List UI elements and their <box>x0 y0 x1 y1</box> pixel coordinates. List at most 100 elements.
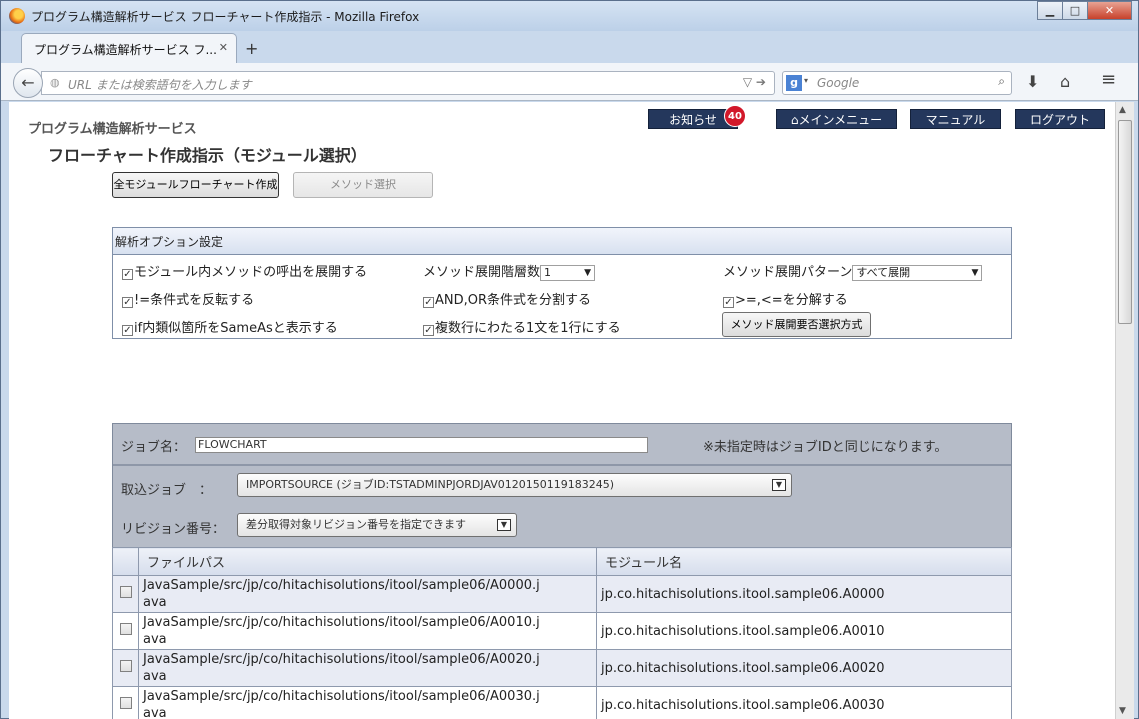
options-header: 解析オプション設定 <box>113 228 1011 255</box>
menu-icon[interactable]: ≡ <box>1101 69 1116 90</box>
notice-label: お知らせ <box>669 113 717 127</box>
search-engine-dropdown-icon[interactable]: ▾ <box>804 76 808 85</box>
browser-window: プログラム構造解析サービス フローチャート作成指示 - Mozilla Fire… <box>0 0 1139 719</box>
scroll-down-icon[interactable]: ▼ <box>1119 706 1126 716</box>
row-checkbox[interactable] <box>119 623 132 635</box>
file-path-cell: JavaSample/src/jp/co/hitachisolutions/it… <box>138 649 597 687</box>
search-bar[interactable]: g ▾ Google ⌕ <box>782 71 1012 95</box>
tab-label: プログラム構造解析サービス フ... <box>34 43 217 57</box>
depth-option: メソッド展開階層数 1 ▼ <box>423 261 596 281</box>
module-table: ファイルパス モジュール名 JavaSample/src/jp/co/hitac… <box>112 547 1012 719</box>
table-row: JavaSample/src/jp/co/hitachisolutions/it… <box>112 649 1012 687</box>
depth-value: 1 <box>544 265 552 279</box>
if-sameas-label: if内類似箇所をSameAsと表示する <box>134 321 338 336</box>
nav-bar: ◍ URL または検索語句を入力します ▽ ➔ ← g ▾ Google ⌕ ⬇… <box>1 63 1138 101</box>
main-menu-label: メインメニュー <box>798 113 883 127</box>
search-placeholder: Google <box>817 76 860 90</box>
depth-select[interactable]: 1 ▼ <box>540 264 596 281</box>
site-title: プログラム構造解析サービス <box>28 122 197 137</box>
url-bar[interactable]: ◍ URL または検索語句を入力します ▽ ➔ <box>41 71 775 95</box>
search-icon[interactable]: ⌕ <box>998 74 1005 89</box>
job-name-note: ※未指定時はジョブIDと同じになります。 <box>703 440 948 455</box>
import-job-select[interactable]: IMPORTSOURCE (ジョブID:TSTADMINPJORDJAV0120… <box>237 473 792 497</box>
scroll-up-icon[interactable]: ▲ <box>1119 105 1126 115</box>
file-path-text-cont: ava <box>143 595 167 610</box>
job-name-input[interactable]: FLOWCHART <box>195 437 648 453</box>
revision-value: 差分取得対象リビジョン番号を指定できます <box>246 518 466 531</box>
file-path-text: JavaSample/src/jp/co/hitachisolutions/it… <box>143 652 540 667</box>
method-select-button[interactable]: メソッド選択 <box>293 172 433 198</box>
new-tab-button[interactable]: + <box>245 39 258 58</box>
checkbox-checked[interactable]: ✓ <box>122 297 133 308</box>
checkbox-checked[interactable]: ✓ <box>423 325 434 336</box>
chevron-down-icon: ▼ <box>584 267 592 278</box>
analysis-options-panel: 解析オプション設定 ✓ モジュール内メソッドの呼出を展開する ✓ !=条件式を反転す… <box>112 227 1012 339</box>
title-bar: プログラム構造解析サービス フローチャート作成指示 - Mozilla Fire… <box>1 1 1138 31</box>
home-icon[interactable]: ⌂ <box>1060 72 1070 91</box>
file-path-text-cont: ava <box>143 632 167 647</box>
maximize-button[interactable]: □ <box>1062 1 1088 20</box>
select-column-header <box>112 547 139 576</box>
url-placeholder: URL または検索語句を入力します <box>68 78 252 92</box>
main-menu-button[interactable]: ⌂メインメニュー <box>776 109 897 129</box>
if-sameas-option[interactable]: ✓ if内類似箇所をSameAsと表示する <box>122 317 338 336</box>
file-path-text: JavaSample/src/jp/co/hitachisolutions/it… <box>143 578 540 593</box>
expand-calls-option[interactable]: ✓ モジュール内メソッドの呼出を展開する <box>122 261 367 280</box>
decompose-ge-le-option[interactable]: ✓ >=,<=を分解する <box>723 289 848 308</box>
decompose-ge-le-label: >=,<=を分解する <box>735 293 848 308</box>
row-select-cell <box>112 649 139 687</box>
file-path-cell: JavaSample/src/jp/co/hitachisolutions/it… <box>138 612 597 650</box>
row-select-cell <box>112 686 139 719</box>
checkbox-checked[interactable]: ✓ <box>423 297 434 308</box>
file-path-text-cont: ava <box>143 669 167 684</box>
table-row: JavaSample/src/jp/co/hitachisolutions/it… <box>112 612 1012 650</box>
revision-select[interactable]: 差分取得対象リビジョン番号を指定できます ▼ <box>237 513 517 537</box>
pattern-select[interactable]: すべて展開 ▼ <box>852 264 983 281</box>
split-and-or-label: AND,OR条件式を分割する <box>435 293 592 308</box>
file-path-cell: JavaSample/src/jp/co/hitachisolutions/it… <box>138 575 597 613</box>
firefox-logo-icon <box>9 8 25 24</box>
revision-label: リビジョン番号： <box>121 522 226 537</box>
select-mode-button[interactable]: メソッド展開要否選択方式 <box>722 312 871 337</box>
module-name-header: モジュール名 <box>596 547 1012 576</box>
row-checkbox[interactable] <box>119 660 132 672</box>
tab-strip: プログラム構造解析サービス フ... ✕ + <box>1 31 1138 63</box>
page-content: プログラム構造解析サービス フローチャート作成指示（モジュール選択） お知らせ … <box>9 102 1115 719</box>
chevron-down-icon: ▼ <box>971 267 979 278</box>
table-row: JavaSample/src/jp/co/hitachisolutions/it… <box>112 575 1012 613</box>
checkbox-checked[interactable]: ✓ <box>122 269 133 280</box>
module-name-cell: jp.co.hitachisolutions.itool.sample06.A0… <box>596 575 1012 613</box>
close-tab-icon[interactable]: ✕ <box>219 41 228 54</box>
info-icon: ◍ <box>50 76 60 89</box>
module-name-cell: jp.co.hitachisolutions.itool.sample06.A0… <box>596 649 1012 687</box>
back-button[interactable]: ← <box>13 68 43 98</box>
import-job-value: IMPORTSOURCE (ジョブID:TSTADMINPJORDJAV0120… <box>246 478 615 491</box>
logout-button[interactable]: ログアウト <box>1015 109 1105 129</box>
row-checkbox[interactable] <box>119 586 132 598</box>
checkbox-checked[interactable]: ✓ <box>723 297 734 308</box>
browser-tab[interactable]: プログラム構造解析サービス フ... ✕ <box>21 33 237 63</box>
scrollbar-thumb[interactable] <box>1118 120 1132 324</box>
file-path-text: JavaSample/src/jp/co/hitachisolutions/it… <box>143 615 540 630</box>
chevron-down-icon: ▼ <box>497 519 511 531</box>
split-and-or-option[interactable]: ✓ AND,OR条件式を分割する <box>423 289 591 308</box>
dropdown-go-icon[interactable]: ▽ ➔ <box>743 75 766 89</box>
pattern-option: メソッド展開パターン すべて展開 ▼ <box>723 261 983 281</box>
import-job-label: 取込ジョブ ： <box>121 483 213 498</box>
vertical-scrollbar[interactable]: ▲ ▼ <box>1115 102 1134 719</box>
expand-calls-label: モジュール内メソッドの呼出を展開する <box>134 265 368 280</box>
invert-neq-option[interactable]: ✓ !=条件式を反転する <box>122 289 254 308</box>
all-module-flowchart-button[interactable]: 全モジュールフローチャート作成 <box>112 172 279 198</box>
google-icon[interactable]: g <box>786 75 802 91</box>
close-window-button[interactable]: ✕ <box>1087 1 1132 20</box>
minimize-button[interactable]: ▁ <box>1037 1 1063 20</box>
row-checkbox[interactable] <box>119 697 132 709</box>
pattern-label: メソッド展開パターン <box>723 265 853 280</box>
manual-button[interactable]: マニュアル <box>910 109 1001 129</box>
download-icon[interactable]: ⬇ <box>1026 72 1039 91</box>
multi-line-option[interactable]: ✓ 複数行にわたる1文を1行にする <box>423 317 621 336</box>
job-name-row: ジョブ名： FLOWCHART ※未指定時はジョブIDと同じになります。 <box>113 424 1011 466</box>
checkbox-checked[interactable]: ✓ <box>122 325 133 336</box>
chevron-down-icon: ▼ <box>772 479 786 491</box>
pattern-value: すべて展開 <box>856 265 911 279</box>
